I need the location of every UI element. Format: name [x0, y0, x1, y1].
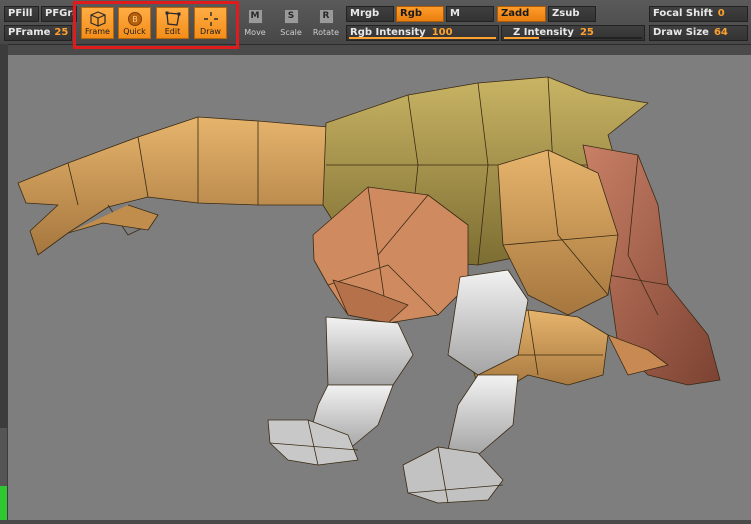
focal-shift-label: Focal Shift — [653, 8, 713, 19]
scale-label: Scale — [280, 28, 302, 37]
quick-mode-button[interactable]: B Quick — [118, 7, 151, 39]
cube-frame-icon — [89, 11, 106, 27]
rotate-key-icon: R — [318, 9, 334, 24]
frame-mode-button[interactable]: Frame — [81, 7, 114, 39]
rgb-intensity-slider[interactable]: Rgb Intensity 100 — [346, 25, 499, 41]
crosshair-draw-icon — [203, 12, 218, 26]
move-button[interactable]: M Move — [235, 9, 275, 41]
sphere-quick-icon: B — [127, 12, 142, 26]
creature-model — [17, 76, 721, 504]
edit-mode-button[interactable]: Edit — [156, 7, 189, 39]
draw-mode-label: Draw — [200, 27, 221, 36]
focal-shift-slider[interactable]: Focal Shift 0 — [649, 6, 748, 22]
draw-mode-button[interactable]: Draw — [194, 7, 227, 39]
move-key-icon: M — [247, 9, 263, 24]
edit-mode-label: Edit — [164, 27, 181, 36]
rgb-intensity-fill — [349, 37, 496, 39]
quick-mode-label: Quick — [123, 27, 146, 36]
pfgra-button[interactable]: PFGra — [41, 6, 77, 22]
pframe-slider[interactable]: PFrame 25 — [4, 25, 72, 41]
scale-key-icon: S — [283, 9, 299, 24]
zsub-button[interactable]: Zsub — [548, 6, 596, 22]
left-tray-indicator — [0, 486, 7, 520]
pfill-button[interactable]: PFill — [4, 6, 39, 22]
m-button[interactable]: M — [446, 6, 494, 22]
edit-frame-icon — [165, 11, 180, 26]
pframe-label: PFrame — [8, 27, 51, 38]
move-label: Move — [244, 28, 266, 37]
focal-shift-value: 0 — [717, 8, 725, 19]
z-intensity-fill — [504, 37, 539, 39]
draw-size-slider[interactable]: Draw Size 64 — [649, 25, 748, 41]
draw-size-label: Draw Size — [653, 27, 709, 38]
frame-mode-label: Frame — [85, 27, 110, 36]
rotate-button[interactable]: R Rotate — [306, 9, 346, 41]
draw-size-value: 64 — [713, 27, 728, 38]
document-canvas[interactable] — [8, 55, 751, 520]
rgb-intensity-track — [349, 37, 496, 39]
scale-button[interactable]: S Scale — [271, 9, 311, 41]
left-tray-scroll[interactable] — [0, 428, 7, 488]
top-toolbar: PFill PFGra PFrame 25 Frame B Quick Edit … — [0, 0, 751, 49]
pframe-value: 25 — [54, 27, 69, 38]
rgb-button[interactable]: Rgb — [396, 6, 444, 22]
left-tray — [0, 44, 8, 520]
svg-text:B: B — [132, 15, 138, 24]
z-intensity-slider[interactable]: Z Intensity 25 — [501, 25, 645, 41]
zadd-button[interactable]: Zadd — [497, 6, 546, 22]
mrgb-button[interactable]: Mrgb — [346, 6, 394, 22]
rotate-label: Rotate — [312, 28, 340, 37]
z-intensity-track — [504, 37, 642, 39]
